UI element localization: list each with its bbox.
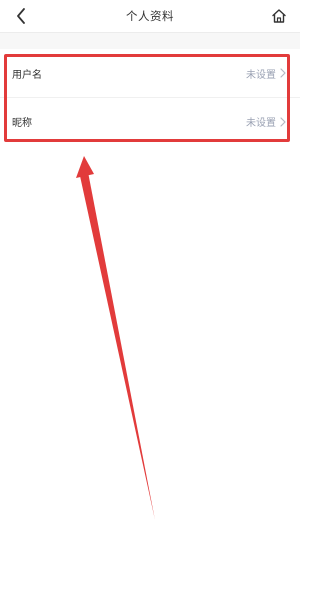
top-nav-bar: 个人资料 — [0, 0, 300, 33]
section-divider — [0, 33, 300, 49]
chevron-left-icon — [17, 8, 25, 24]
chevron-right-icon — [280, 67, 288, 79]
page-title: 个人资料 — [126, 9, 174, 23]
back-button[interactable] — [8, 3, 34, 29]
nickname-value: 未设置 — [246, 118, 276, 129]
profile-page: 个人资料 用户名 未设置 昵称 未设置 — [0, 0, 300, 602]
profile-list: 用户名 未设置 昵称 未设置 — [0, 49, 300, 145]
profile-row-username[interactable]: 用户名 未设置 — [0, 49, 300, 97]
home-icon — [272, 9, 286, 23]
profile-row-nickname[interactable]: 昵称 未设置 — [0, 97, 300, 145]
home-button[interactable] — [266, 3, 292, 29]
chevron-right-icon — [280, 116, 288, 128]
nickname-label: 昵称 — [12, 118, 32, 129]
username-value: 未设置 — [246, 69, 276, 81]
username-label: 用户名 — [12, 69, 42, 81]
